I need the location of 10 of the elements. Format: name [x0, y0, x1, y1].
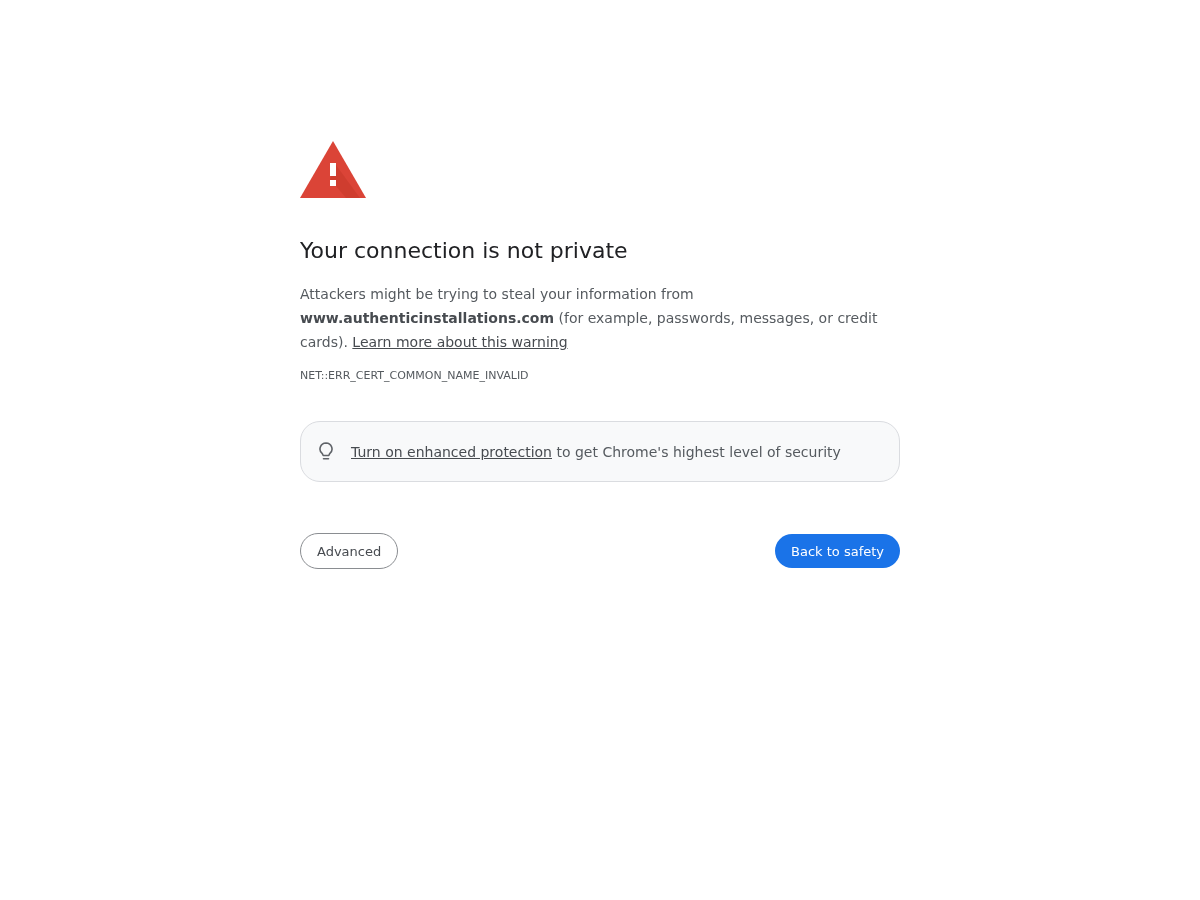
error-code: NET::ERR_CERT_COMMON_NAME_INVALID [300, 368, 529, 384]
enhanced-protection-link[interactable]: Turn on enhanced protection [351, 443, 552, 460]
lightbulb-icon [319, 442, 333, 461]
advanced-button[interactable]: Advanced [300, 533, 399, 569]
back-to-safety-button[interactable]: Back to safety [775, 534, 900, 568]
page-heading: Your connection is not private [300, 237, 628, 265]
learn-more-link[interactable]: Learn more about this warning [352, 334, 568, 350]
warning-icon [300, 141, 366, 198]
enhanced-protection-message: Turn on enhanced protection to get Chrome's highest level of security [351, 442, 841, 462]
warning-message: Attackers might be trying to steal your information from www.authenticinstallations.com (for example, passwords, messages, or credit cards). Learn more about this warning [300, 285, 879, 352]
